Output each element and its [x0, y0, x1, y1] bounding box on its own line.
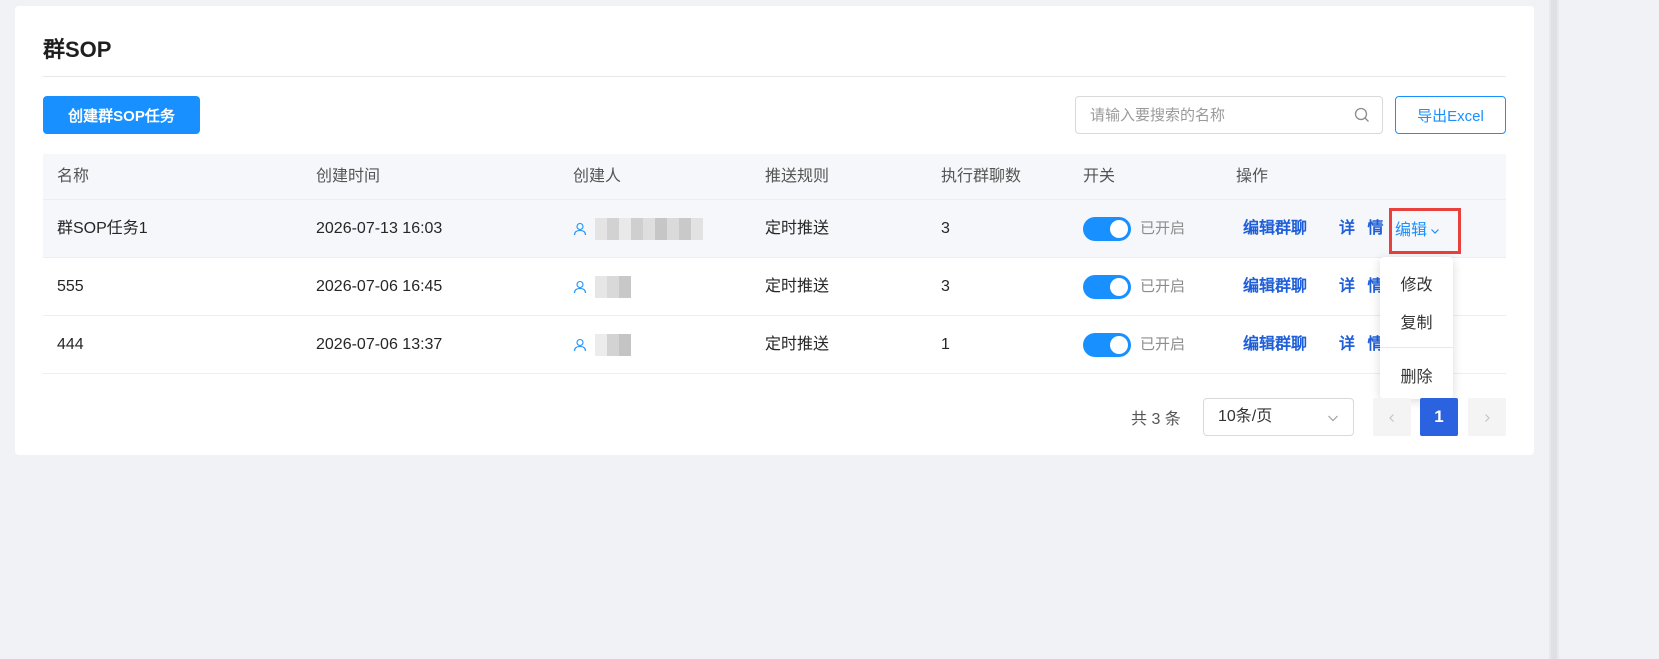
create-sop-task-button[interactable]: 创建群SOP任务	[43, 96, 200, 134]
switch-knob	[1110, 278, 1128, 296]
header-group-count: 执行群聊数	[941, 168, 1022, 185]
next-page-button[interactable]	[1468, 398, 1506, 436]
search-box[interactable]	[1075, 96, 1383, 134]
chevron-left-icon	[1389, 414, 1394, 423]
cell-group-count: 3	[941, 220, 950, 237]
edit-dropdown-trigger[interactable]: 编辑	[1389, 208, 1461, 254]
chevron-down-icon	[1328, 415, 1338, 422]
creator-name-redacted	[595, 334, 631, 356]
switch-knob	[1110, 220, 1128, 238]
switch-toggle[interactable]	[1083, 217, 1131, 241]
prev-page-button[interactable]	[1373, 398, 1411, 436]
edit-groups-link[interactable]: 编辑群聊	[1243, 258, 1307, 316]
page-number-current[interactable]: 1	[1420, 398, 1458, 436]
cell-push-rule: 定时推送	[765, 336, 830, 353]
dropdown-item-copy[interactable]: 复制	[1380, 309, 1453, 333]
switch-label: 已开启	[1140, 336, 1186, 353]
detail-link[interactable]: 详 情	[1339, 200, 1387, 258]
cell-created-at: 2026-07-06 13:37	[316, 336, 443, 353]
page-title: 群SOP	[43, 37, 112, 62]
switch-label: 已开启	[1140, 278, 1186, 295]
edit-dropdown-menu: 修改 复制 删除	[1380, 257, 1453, 399]
header-name: 名称	[57, 168, 90, 185]
export-excel-button[interactable]: 导出Excel	[1395, 96, 1506, 134]
dropdown-item-delete[interactable]: 删除	[1380, 363, 1453, 387]
chevron-right-icon	[1485, 414, 1490, 423]
creator-name-redacted	[595, 276, 631, 298]
chevron-down-icon	[1431, 228, 1439, 234]
cell-group-count: 3	[941, 278, 950, 295]
header-creator: 创建人	[573, 168, 622, 185]
cell-creator	[573, 258, 631, 316]
sop-table: 名称 创建时间 创建人 推送规则 执行群聊数 开关 操作 群SOP任务1 202…	[43, 154, 1506, 374]
user-icon	[573, 338, 587, 352]
cell-name: 群SOP任务1	[57, 220, 148, 237]
header-switch: 开关	[1083, 168, 1116, 185]
switch-toggle[interactable]	[1083, 275, 1131, 299]
cell-creator	[573, 200, 703, 258]
table-header: 名称 创建时间 创建人 推送规则 执行群聊数 开关 操作	[43, 154, 1506, 200]
switch-toggle[interactable]	[1083, 333, 1131, 357]
title-divider	[43, 76, 1506, 77]
cell-creator	[573, 316, 631, 374]
pagination-total: 共 3 条	[1131, 411, 1181, 428]
dropdown-divider	[1380, 347, 1453, 348]
user-icon	[573, 222, 587, 236]
header-created-at: 创建时间	[316, 168, 381, 185]
switch-knob	[1110, 336, 1128, 354]
cell-created-at: 2026-07-06 16:45	[316, 278, 443, 295]
search-input[interactable]	[1076, 97, 1346, 133]
header-push-rule: 推送规则	[765, 168, 830, 185]
table-row: 555 2026-07-06 16:45 定时推送 3 已开启 编辑群聊 详 情	[43, 258, 1506, 316]
user-icon	[573, 280, 587, 294]
edit-dropdown-label: 编辑	[1395, 222, 1428, 239]
page-size-value: 10条/页	[1218, 408, 1273, 425]
table-row: 444 2026-07-06 13:37 定时推送 1 已开启 编辑群聊 详 情	[43, 316, 1506, 374]
switch-label: 已开启	[1140, 220, 1186, 237]
dropdown-item-modify[interactable]: 修改	[1380, 271, 1453, 295]
cell-name: 555	[57, 278, 84, 295]
cell-name: 444	[57, 336, 84, 353]
edit-groups-link[interactable]: 编辑群聊	[1243, 200, 1307, 258]
cell-push-rule: 定时推送	[765, 220, 830, 237]
table-row: 群SOP任务1 2026-07-13 16:03 定时推送 3 已开启 编辑群聊…	[43, 200, 1506, 258]
page-size-select[interactable]: 10条/页	[1203, 398, 1354, 436]
cell-push-rule: 定时推送	[765, 278, 830, 295]
cell-group-count: 1	[941, 336, 950, 353]
cell-created-at: 2026-07-13 16:03	[316, 220, 443, 237]
edit-groups-link[interactable]: 编辑群聊	[1243, 316, 1307, 374]
header-actions: 操作	[1236, 168, 1269, 185]
search-icon[interactable]	[1354, 107, 1370, 123]
scrollbar-thumb[interactable]	[1551, 0, 1557, 659]
creator-name-redacted	[595, 218, 703, 240]
